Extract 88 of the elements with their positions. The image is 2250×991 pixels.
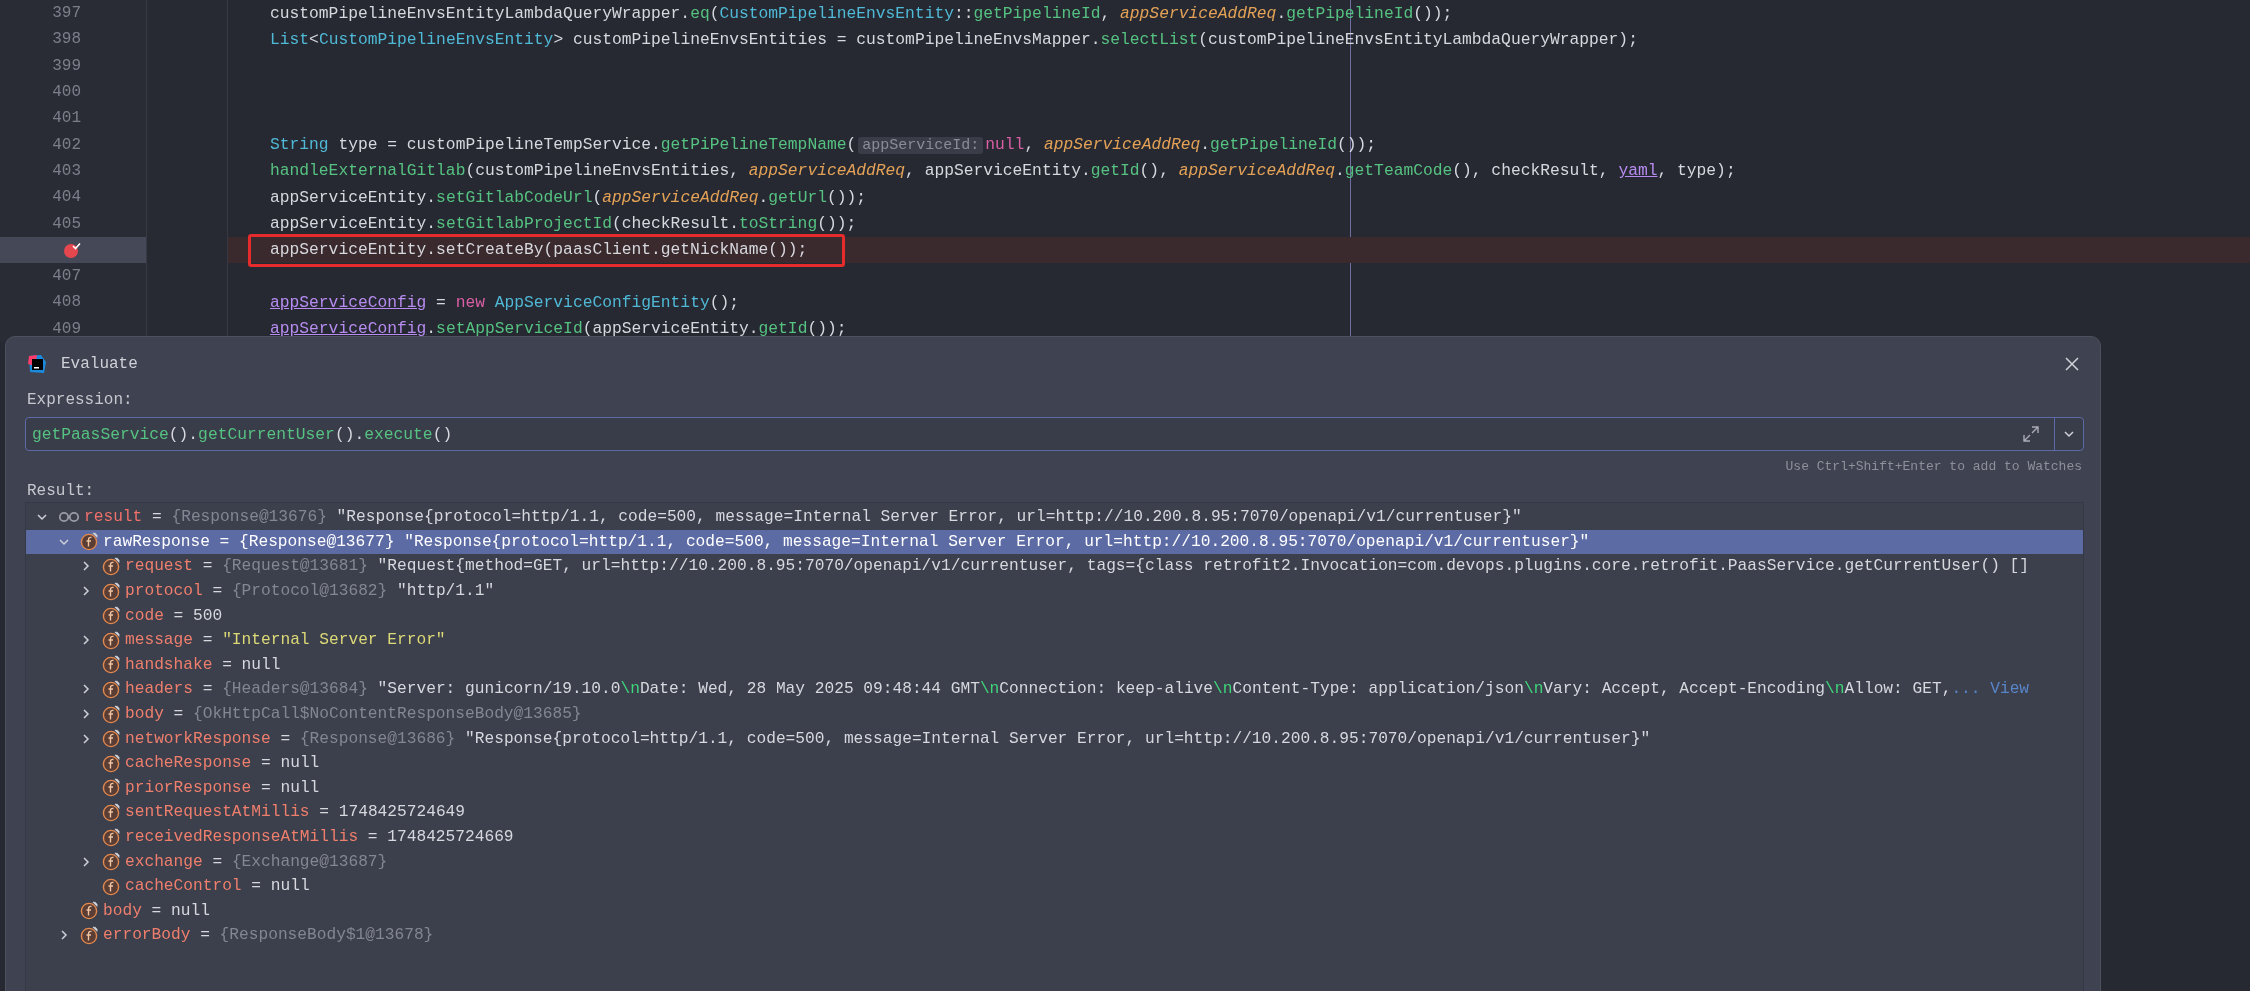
line-number: 399	[52, 56, 81, 75]
code-line: appServiceEntity.setGitlabProjectId(checkResult.toString());	[270, 214, 857, 233]
dialog-title: Evaluate	[61, 355, 138, 373]
field-icon	[102, 852, 121, 872]
code-line: appServiceEntity.setGitlabCodeUrl(appServiceAddReq.getUrl());	[270, 187, 867, 207]
result-label: Result:	[26, 482, 96, 500]
expand-icon[interactable]	[2022, 425, 2040, 443]
variable-entry: headers = {Headers@13684} "Server: gunicorn/19.10.0\nDate: Wed, 28 May 2025 09:48:44 GMT\nConnection: keep-alive\nContent-Type: application/json\nVary: Accept, Accept-Encoding\nAllow: GET,... View	[125, 680, 2030, 699]
variable-entry: cacheControl = null	[125, 877, 310, 896]
tree-row[interactable]: rawResponse = {Response@13677} "Response{protocol=http/1.1, code=500, message=Internal Server Error, url=http://10.200.8.95:7070/openapi/v1/currentuser}"	[26, 529, 2083, 555]
tree-row[interactable]: message = "Internal Server Error"	[26, 627, 2083, 653]
variable-entry: request = {Request@13681} "Request{method=GET, url=http://10.200.8.95:7070/openapi/v1/currentuser, tags={class retrofit2.Invocation=com.devops.plugins.core.retrofit.PaasService.getCurrentUser() []	[125, 557, 2029, 576]
expand-chevron-icon[interactable]	[80, 634, 92, 647]
expand-chevron-icon[interactable]	[80, 732, 92, 745]
app-logo-icon	[27, 354, 47, 374]
code-line: appServiceEntity.setCreateBy(paasClient.getNickName());	[270, 240, 808, 260]
tree-row[interactable]: body = null	[26, 898, 2083, 924]
tree-row[interactable]: headers = {Headers@13684} "Server: gunicorn/19.10.0\nDate: Wed, 28 May 2025 09:48:44 GMT\nConnection: keep-alive\nContent-Type: application/json\nVary: Accept, Accept-Encoding\nAllow: GET,... View	[26, 677, 2083, 702]
tree-row[interactable]: sentRequestAtMillis = 1748425724649	[26, 800, 2083, 825]
tree-row[interactable]: cacheControl = null	[26, 873, 2083, 899]
variable-entry: body = null	[103, 901, 210, 920]
expression-field[interactable]: getPaasService().getCurrentUser().execute()	[25, 417, 2084, 451]
glasses-icon	[58, 511, 80, 524]
variable-entry: networkResponse = {Response@13686} "Response{protocol=http/1.1, code=500, message=Internal Server Error, url=http://10.200.8.95:7070/openapi/v1/currentuser}"	[125, 729, 1651, 748]
field-icon	[102, 827, 121, 847]
field-icon	[80, 925, 99, 945]
tree-row[interactable]: code = 500	[26, 603, 2083, 628]
tree-row[interactable]: body = {OkHttpCall$NoContentResponseBody@13685}	[26, 701, 2083, 727]
field-icon	[102, 729, 121, 749]
variable-entry: errorBody = {ResponseBody$1@13678}	[103, 926, 434, 945]
line-number: 402	[52, 135, 81, 154]
line-number: 401	[52, 109, 81, 128]
line-number: 405	[52, 214, 81, 233]
expression-label: Expression:	[26, 391, 134, 409]
line-number: 398	[52, 30, 81, 49]
breakpoint-icon[interactable]	[63, 240, 81, 259]
expand-chevron-icon[interactable]	[58, 929, 70, 942]
code-line: appServiceConfig.setAppServiceId(appServiceEntity.getId());	[270, 319, 847, 339]
tree-row[interactable]: request = {Request@13681} "Request{method=GET, url=http://10.200.8.95:7070/openapi/v1/currentuser, tags={class retrofit2.Invocation=com.devops.plugins.core.retrofit.PaasService.getCurrentUser() []	[26, 554, 2083, 579]
expand-chevron-icon[interactable]	[80, 585, 92, 598]
tree-row[interactable]: result = {Response@13676} "Response{protocol=http/1.1, code=500, message=Internal Server Error, url=http://10.200.8.95:7070/openapi/v1/currentuser}"	[26, 505, 2083, 530]
close-icon	[2064, 356, 2080, 372]
variable-entry: cacheResponse = null	[125, 754, 320, 773]
line-number: 408	[52, 293, 81, 312]
field-icon	[102, 802, 121, 822]
tree-row[interactable]: protocol = {Protocol@13682} "http/1.1"	[26, 578, 2083, 604]
field-icon	[102, 557, 121, 576]
line-number: 404	[52, 188, 81, 207]
tree-row[interactable]: errorBody = {ResponseBody$1@13678}	[26, 923, 2083, 948]
tree-row[interactable]: handshake = null	[26, 652, 2083, 678]
field-icon	[102, 606, 121, 626]
variable-entry: code = 500	[125, 606, 223, 625]
field-icon	[102, 876, 121, 896]
tree-row[interactable]: cacheResponse = null	[26, 750, 2083, 776]
variable-entry: sentRequestAtMillis = 1748425724649	[125, 803, 466, 822]
expand-chevron-icon[interactable]	[80, 708, 92, 721]
line-number: 409	[52, 319, 81, 338]
line-number: 397	[52, 4, 81, 23]
field-icon	[80, 901, 99, 921]
field-icon	[102, 778, 121, 798]
expand-chevron-icon[interactable]	[80, 560, 92, 573]
variable-entry: result = {Response@13676} "Response{protocol=http/1.1, code=500, message=Internal Server Error, url=http://10.200.8.95:7070/openapi/v1/currentuser}"	[84, 508, 1522, 527]
variable-entry: receivedResponseAtMillis = 1748425724669	[125, 828, 514, 846]
variable-entry: rawResponse = {Response@13677} "Response{protocol=http/1.1, code=500, message=Internal Server Error, url=http://10.200.8.95:7070/openapi/v1/currentuser}"	[103, 532, 1590, 551]
tree-row[interactable]: networkResponse = {Response@13686} "Response{protocol=http/1.1, code=500, message=Internal Server Error, url=http://10.200.8.95:7070/openapi/v1/currentuser}"	[26, 726, 2083, 751]
field-icon	[102, 753, 121, 773]
line-number: 400	[52, 83, 81, 102]
field-icon	[102, 704, 121, 724]
line-number: 403	[52, 161, 81, 180]
line-number: 407	[52, 267, 81, 286]
field-icon	[102, 630, 121, 650]
watches-hint: Use Ctrl+Shift+Enter to add to Watches	[1784, 459, 2083, 474]
field-icon	[102, 679, 121, 699]
tree-row[interactable]: receivedResponseAtMillis = 1748425724669	[26, 824, 2083, 850]
field-icon	[80, 532, 99, 552]
field-icon	[102, 581, 121, 601]
expand-chevron-icon[interactable]	[80, 855, 92, 868]
code-line: appServiceConfig = new AppServiceConfigEntity();	[270, 292, 739, 312]
variable-entry: body = {OkHttpCall$NoContentResponseBody@13685}	[125, 705, 582, 724]
variable-entry: message = "Internal Server Error"	[125, 631, 446, 650]
variable-entry: exchange = {Exchange@13687}	[125, 852, 388, 871]
expand-chevron-icon[interactable]	[80, 683, 92, 696]
tree-row[interactable]: priorResponse = null	[26, 775, 2083, 801]
field-icon	[102, 655, 121, 675]
variable-entry: handshake = null	[125, 655, 281, 674]
tree-row[interactable]: exchange = {Exchange@13687}	[26, 849, 2083, 874]
variable-entry: protocol = {Protocol@13682} "http/1.1"	[125, 582, 495, 601]
variable-entry: priorResponse = null	[125, 778, 320, 797]
